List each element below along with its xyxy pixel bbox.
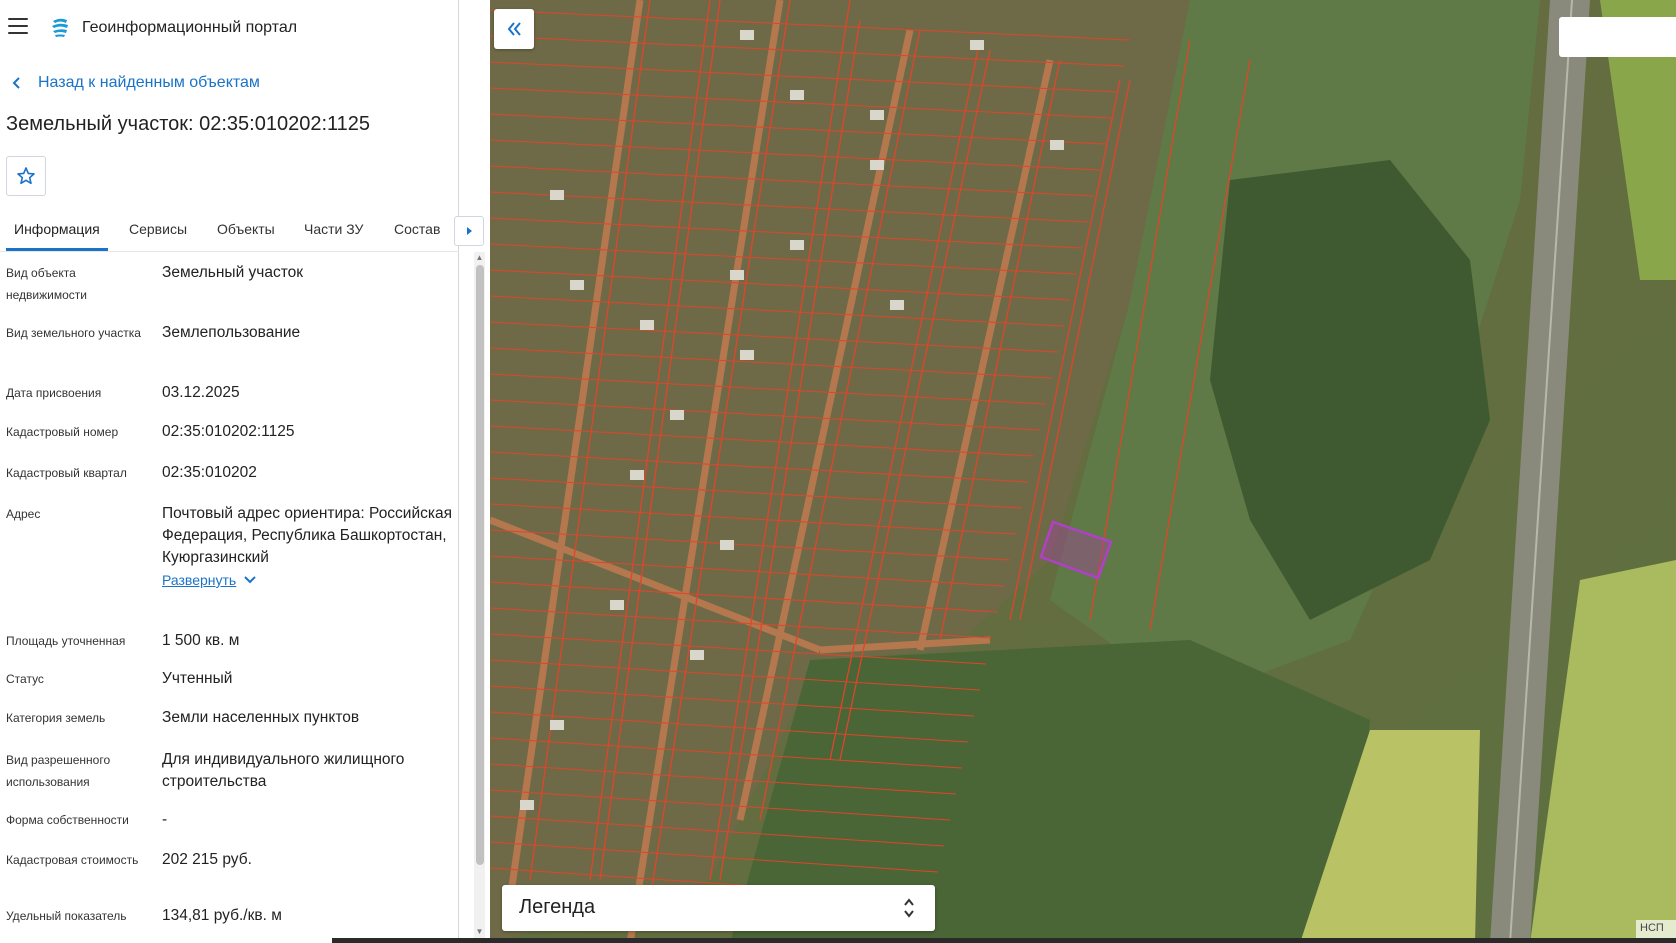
collapse-panel-button[interactable] xyxy=(494,9,534,49)
info-label: Кадастровый номер xyxy=(6,425,119,439)
back-to-results-link[interactable]: Назад к найденным объектам xyxy=(10,74,260,92)
info-value: 134,81 руб./кв. м xyxy=(162,907,282,924)
info-value: 1 500 кв. м xyxy=(162,632,240,649)
star-icon xyxy=(17,167,35,185)
info-value: Землепользование xyxy=(162,324,301,341)
unfold-icon xyxy=(904,898,914,918)
info-value: Почтовый адрес ориентира: Российская Фед… xyxy=(162,503,462,592)
expand-label: Развернуть xyxy=(162,572,237,588)
double-chevron-left-icon xyxy=(507,22,521,36)
chevron-down-icon xyxy=(244,576,256,584)
info-value: 02:35:010202:1125 xyxy=(162,423,295,440)
object-title: Земельный участок: 02:35:010202:1125 xyxy=(6,113,371,135)
portal-logo-icon xyxy=(52,18,68,37)
info-value: Земли населенных пунктов xyxy=(162,709,360,726)
expand-address-link[interactable]: Развернуть xyxy=(162,569,256,591)
info-label: Категория земель xyxy=(6,711,106,725)
scroll-down-arrow-icon[interactable]: ▼ xyxy=(474,926,485,938)
map-view[interactable] xyxy=(490,0,1676,943)
info-label: Дата присвоения xyxy=(6,386,102,400)
scroll-up-arrow-icon[interactable]: ▲ xyxy=(474,252,485,264)
info-label: Вид земельного участка xyxy=(6,326,141,340)
info-label: Удельный показатель xyxy=(6,909,127,923)
info-label: Форма собственности xyxy=(6,813,129,827)
menu-icon[interactable] xyxy=(8,18,28,36)
tab-composition[interactable]: Состав xyxy=(394,221,440,237)
tab-parcel-parts[interactable]: Части ЗУ xyxy=(304,221,363,237)
legend-dropdown[interactable]: Легенда xyxy=(502,885,935,931)
info-value: Земельный участок xyxy=(162,264,304,281)
tab-objects[interactable]: Объекты xyxy=(217,221,275,237)
legend-label: Легенда xyxy=(519,896,596,918)
tab-information[interactable]: Информация xyxy=(14,221,100,237)
info-label: Статус xyxy=(6,672,44,686)
info-label: Кадастровый квартал xyxy=(6,466,127,480)
tab-bar: Информация Сервисы Объекты Части ЗУ Сост… xyxy=(0,212,459,252)
caret-right-icon xyxy=(467,227,472,235)
info-label: Кадастровая стоимость xyxy=(6,853,139,867)
info-value: - xyxy=(162,811,168,828)
back-link-label: Назад к найденным объектам xyxy=(38,74,260,91)
active-tab-indicator xyxy=(6,248,108,251)
scrollbar-thumb[interactable] xyxy=(476,265,484,865)
info-label: Площадь уточненная xyxy=(6,634,126,648)
info-value: Для индивидуального жилищного строительс… xyxy=(162,751,405,790)
info-value: 202 215 руб. xyxy=(162,851,252,868)
map-search-box[interactable] xyxy=(1559,17,1676,57)
info-value: Учтенный xyxy=(162,670,233,687)
tab-services[interactable]: Сервисы xyxy=(129,221,187,237)
tabs-next-button[interactable] xyxy=(454,216,484,246)
info-value: 03.12.2025 xyxy=(162,384,240,401)
aerial-imagery xyxy=(490,0,1676,943)
chevron-left-icon xyxy=(12,77,20,89)
bottom-scrollbar[interactable] xyxy=(332,938,1676,943)
app-title: Геоинформационный портал xyxy=(82,19,298,36)
info-label: Вид объекта недвижимости xyxy=(6,266,87,302)
map-attribution: НСП xyxy=(1636,920,1676,938)
info-value: 02:35:010202 xyxy=(162,464,257,481)
favorite-button[interactable] xyxy=(6,156,46,196)
info-label: Вид разрешенного использования xyxy=(6,753,111,789)
top-bar: Геоинформационный портал xyxy=(0,0,459,56)
info-label: Адрес xyxy=(6,507,41,521)
address-text: Почтовый адрес ориентира: Российская Фед… xyxy=(162,505,453,566)
